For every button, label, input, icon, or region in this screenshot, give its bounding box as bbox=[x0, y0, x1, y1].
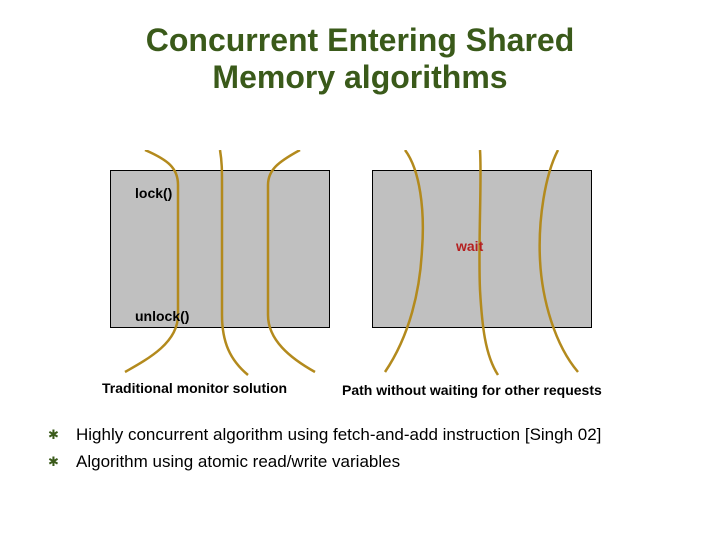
thread-curves bbox=[0, 150, 720, 410]
diagram-area: lock() unlock() wait Traditional monitor… bbox=[0, 150, 720, 410]
unlock-label: unlock() bbox=[135, 308, 189, 324]
caption-right: Path without waiting for other requests bbox=[342, 382, 602, 398]
title-line-1: Concurrent Entering Shared bbox=[146, 22, 575, 58]
bullet-list: Highly concurrent algorithm using fetch-… bbox=[72, 424, 680, 478]
bullet-item: Highly concurrent algorithm using fetch-… bbox=[72, 424, 680, 447]
caption-left: Traditional monitor solution bbox=[102, 380, 287, 396]
slide-title: Concurrent Entering Shared Memory algori… bbox=[0, 0, 720, 96]
bullet-item: Algorithm using atomic read/write variab… bbox=[72, 451, 680, 474]
wait-label: wait bbox=[456, 238, 483, 254]
lock-label: lock() bbox=[135, 185, 172, 201]
title-line-2: Memory algorithms bbox=[212, 59, 507, 95]
